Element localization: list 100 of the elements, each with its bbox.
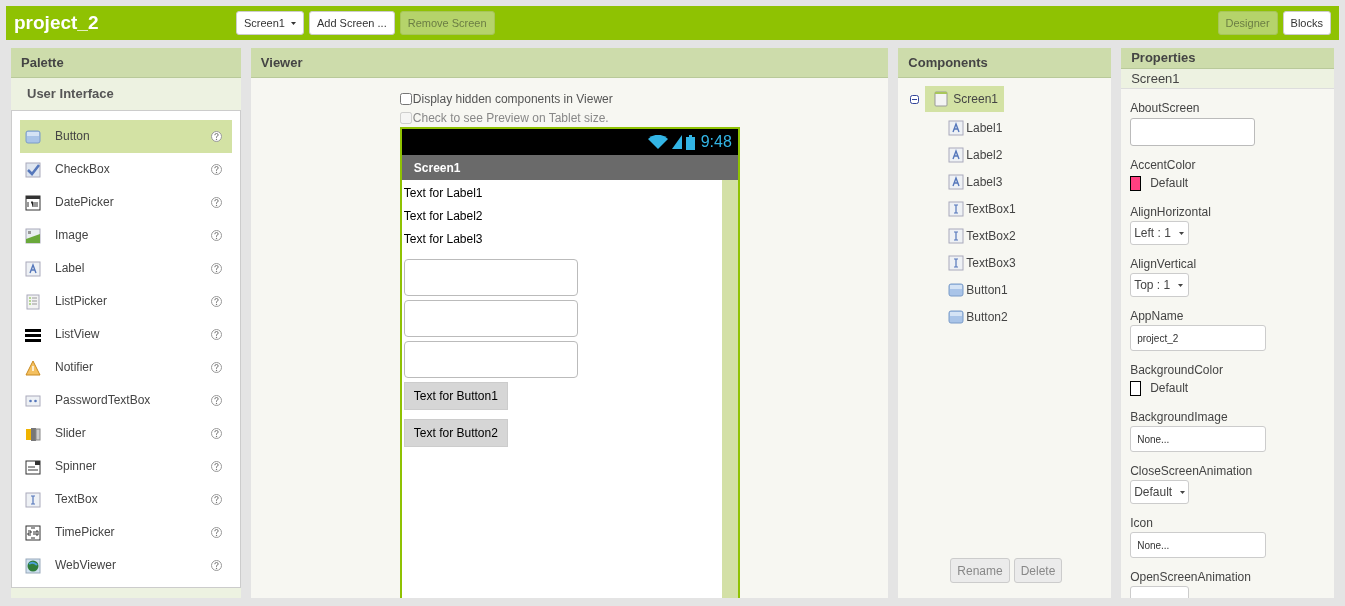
wifi-icon <box>647 135 668 149</box>
preview-button[interactable]: Text for Button2 <box>403 419 508 447</box>
text-cursor-icon <box>25 491 41 508</box>
help-icon[interactable] <box>210 527 222 538</box>
help-icon[interactable] <box>210 329 222 340</box>
palette-item[interactable]: CheckBox <box>20 153 232 186</box>
property-label: AlignVertical <box>1130 256 1197 272</box>
palette-item[interactable]: Slider <box>20 417 232 450</box>
tree-item[interactable]: Label2 <box>948 141 1003 168</box>
help-icon[interactable] <box>210 494 222 505</box>
help-icon[interactable] <box>210 428 222 439</box>
preview-button[interactable]: Text for Button1 <box>403 382 508 410</box>
palette-item[interactable]: Label <box>20 252 232 285</box>
property-label: CloseScreenAnimation <box>1130 463 1253 479</box>
letter-a-icon <box>25 260 41 277</box>
palette-item[interactable]: TextBox <box>20 483 232 516</box>
help-icon[interactable] <box>210 131 222 142</box>
view-tab[interactable]: Blocks <box>1282 11 1331 35</box>
letter-a-icon <box>948 173 965 190</box>
tree-item[interactable]: Button2 <box>948 303 1008 330</box>
palette-item-label: TimePicker <box>55 523 116 541</box>
palette-item-label: CheckBox <box>55 160 111 178</box>
text-field[interactable]: None... <box>1130 532 1267 558</box>
help-icon[interactable] <box>210 263 222 274</box>
help-icon[interactable] <box>210 395 222 406</box>
palette-item[interactable]: Image <box>20 219 232 252</box>
checkbox-label: Display hidden components in Viewer <box>412 91 613 108</box>
palette-item[interactable]: Button <box>20 120 232 153</box>
help-icon[interactable] <box>210 197 222 208</box>
label-text: Text for Label1 <box>403 186 483 202</box>
palette-item[interactable]: DatePicker <box>20 186 232 219</box>
help-icon[interactable] <box>210 296 222 307</box>
screen-title: Screen1 <box>413 159 461 177</box>
palette-item[interactable]: Notifier <box>20 351 232 384</box>
tree-item[interactable]: Screen1 <box>925 86 1005 112</box>
property-label: AccentColor <box>1130 157 1196 173</box>
collapse-icon[interactable] <box>910 94 920 104</box>
panel-header: Components <box>898 48 1112 78</box>
property-dropdown[interactable]: Default <box>1130 480 1190 504</box>
text-box[interactable] <box>403 259 578 296</box>
property-dropdown[interactable]: Left : 1 <box>1130 221 1190 245</box>
image-icon <box>25 227 41 244</box>
palette-item-label: Image <box>55 226 90 244</box>
palette-item[interactable]: WebViewer <box>20 549 232 582</box>
text-cursor-icon <box>948 254 965 271</box>
palette-item-label: Label <box>55 259 86 277</box>
tree-item[interactable]: Button1 <box>948 276 1008 303</box>
checkbox[interactable] <box>399 93 412 105</box>
palette-item[interactable]: ListView <box>20 318 232 351</box>
property-label: AppName <box>1130 308 1184 324</box>
text-box[interactable] <box>403 341 578 378</box>
add-screen-button[interactable]: Add Screen ... <box>309 11 395 35</box>
text-area[interactable] <box>1130 118 1256 146</box>
battery-icon <box>685 134 695 150</box>
screen-dropdown[interactable]: Screen1 <box>236 11 304 35</box>
palette-item-label: DatePicker <box>55 193 115 211</box>
property-label: BackgroundColor <box>1130 362 1223 378</box>
color-swatch[interactable] <box>1130 175 1142 191</box>
help-icon[interactable] <box>210 560 222 571</box>
tree-item[interactable]: Label1 <box>948 114 1003 141</box>
text-cursor-icon <box>948 227 965 244</box>
category-header: User Interface <box>26 85 115 104</box>
help-icon[interactable] <box>210 230 222 241</box>
property-label: OpenScreenAnimation <box>1130 569 1251 585</box>
caret-icon <box>291 21 296 25</box>
help-icon[interactable] <box>210 461 222 472</box>
palette-item-label: Slider <box>55 424 87 442</box>
letter-a-icon <box>948 146 965 163</box>
color-value: Default <box>1150 175 1189 192</box>
caret-icon <box>1178 283 1184 287</box>
palette-item-label: ListView <box>55 325 101 343</box>
palette-item-label: Notifier <box>55 358 94 376</box>
help-icon[interactable] <box>210 164 222 175</box>
palette-item[interactable]: PasswordTextBox <box>20 384 232 417</box>
property-label: BackgroundImage <box>1130 409 1228 425</box>
text-field[interactable]: project_2 <box>1130 325 1267 351</box>
signal-icon <box>671 135 682 149</box>
project-title: project_2 <box>14 10 100 35</box>
tree-item[interactable]: TextBox3 <box>948 249 1016 276</box>
lines-icon <box>25 326 41 343</box>
text-box[interactable] <box>403 300 578 337</box>
dropdown-icon <box>25 458 41 475</box>
slider-icon <box>25 425 41 442</box>
help-icon[interactable] <box>210 362 222 373</box>
checkbox-icon <box>25 161 41 178</box>
palette-item[interactable]: ListPicker <box>20 285 232 318</box>
tree-item[interactable]: Label3 <box>948 168 1003 195</box>
palette-item-label: PasswordTextBox <box>55 391 152 409</box>
tree-item[interactable]: TextBox2 <box>948 222 1016 249</box>
property-dropdown[interactable]: Top : 1 <box>1130 273 1190 297</box>
text-cursor-icon <box>948 200 965 217</box>
text-field[interactable]: None... <box>1130 426 1267 452</box>
palette-item[interactable]: Spinner <box>20 450 232 483</box>
property-label: AboutScreen <box>1130 100 1200 116</box>
button-icon <box>25 128 41 145</box>
tree-item[interactable]: TextBox1 <box>948 195 1016 222</box>
button-icon <box>948 281 965 298</box>
color-swatch[interactable] <box>1130 380 1142 396</box>
password-icon <box>25 392 41 409</box>
palette-item[interactable]: TimePicker <box>20 516 232 549</box>
